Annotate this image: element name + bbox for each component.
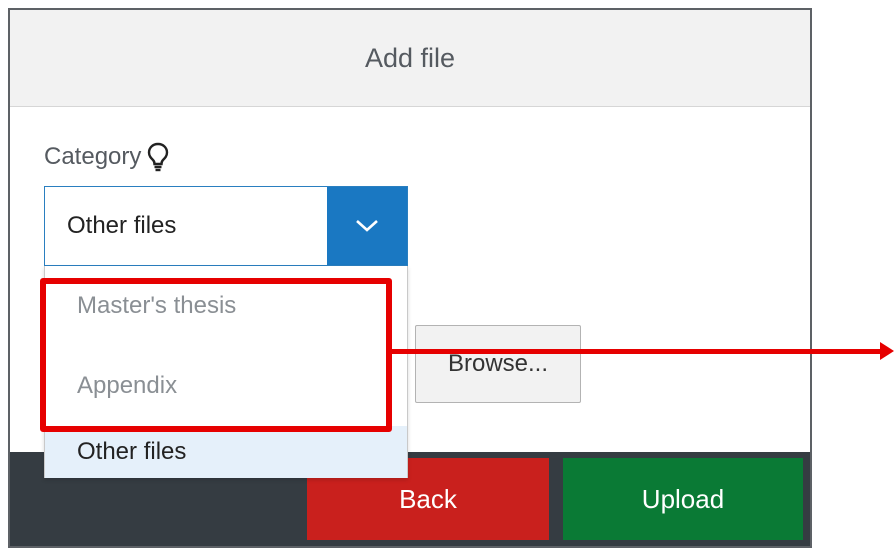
- category-label: Category: [44, 142, 169, 172]
- upload-button[interactable]: Upload: [563, 458, 803, 540]
- category-select-value: Other files: [67, 212, 177, 239]
- dialog-title: Add file: [364, 42, 456, 73]
- chevron-down-icon[interactable]: [327, 187, 407, 265]
- annotation-arrow-line: [392, 349, 882, 354]
- dialog-header: Add file: [10, 10, 810, 107]
- category-label-text: Category: [44, 143, 142, 170]
- annotation-highlight-box: [40, 278, 392, 432]
- screenshot-stage: Add file Category Browse... Back Upload …: [0, 0, 896, 548]
- arrow-right-icon: [880, 342, 894, 360]
- option-other-files[interactable]: Other files: [45, 426, 407, 478]
- lightbulb-icon[interactable]: [147, 142, 169, 172]
- browse-button[interactable]: Browse...: [415, 325, 581, 403]
- category-select[interactable]: Other files: [44, 186, 408, 266]
